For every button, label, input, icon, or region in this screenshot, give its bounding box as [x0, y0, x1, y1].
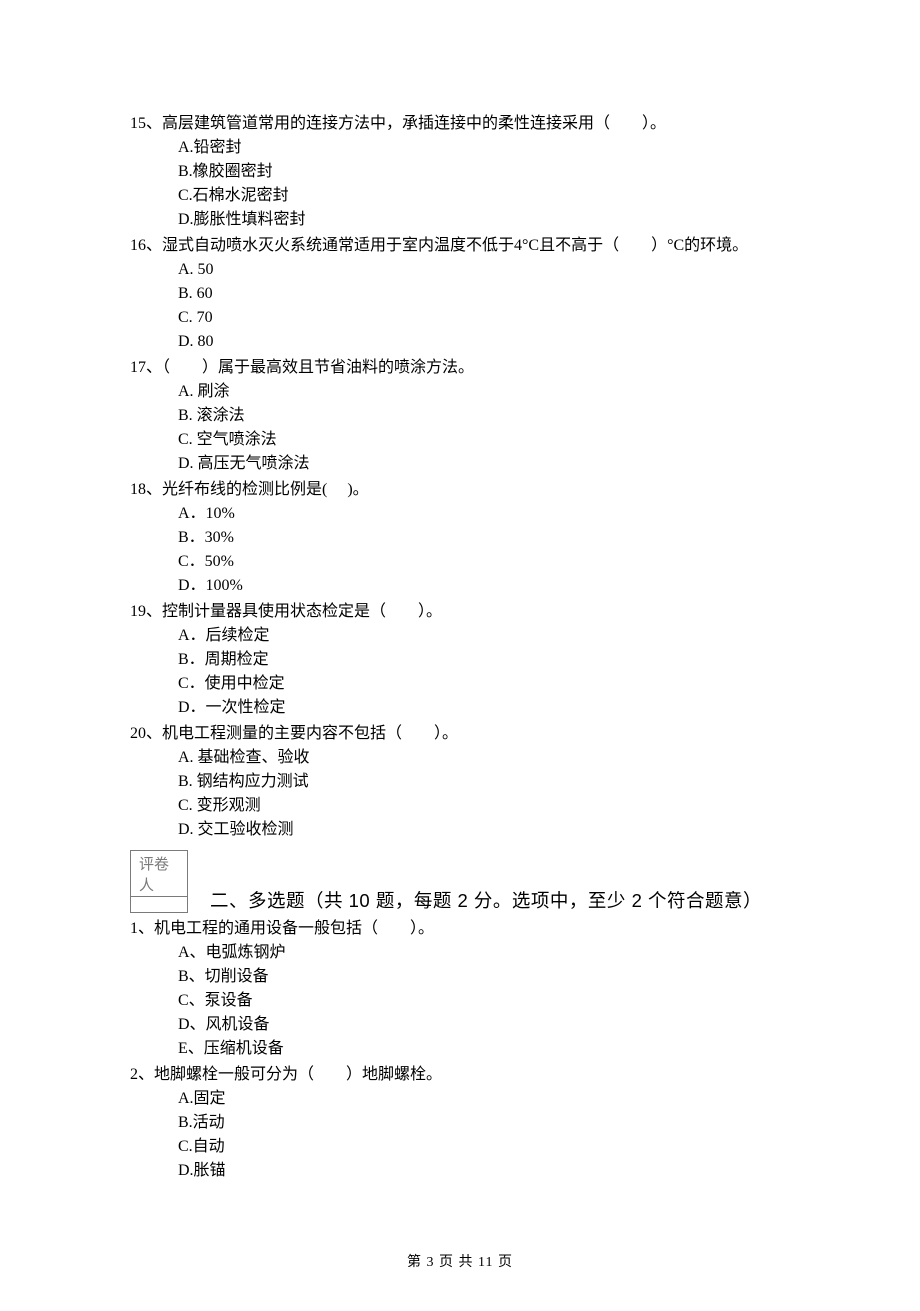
option-c: C. 变形观测 [178, 794, 790, 818]
question-text: 16、湿式自动喷水灭火系统通常适用于室内温度不低于4°C且不高于（ ）°C的环境… [130, 234, 790, 258]
question-text: 2、地脚螺栓一般可分为（ ）地脚螺栓。 [130, 1063, 790, 1087]
mc-question-2: 2、地脚螺栓一般可分为（ ）地脚螺栓。 A.固定 B.活动 C.自动 D.胀锚 [130, 1063, 790, 1183]
option-b: B、切削设备 [178, 965, 790, 989]
question-stem: 机电工程的通用设备一般包括（ ）。 [154, 920, 434, 937]
question-stem: 机电工程测量的主要内容不包括（ ）。 [162, 725, 458, 742]
question-number: 17、 [130, 359, 162, 376]
question-options: A. 刷涂 B. 滚涂法 C. 空气喷涂法 D. 高压无气喷涂法 [130, 380, 790, 476]
grader-box: 评卷人 [130, 850, 188, 913]
option-c: C.石棉水泥密封 [178, 184, 790, 208]
option-d: D.膨胀性填料密封 [178, 208, 790, 232]
option-d: D、风机设备 [178, 1013, 790, 1037]
option-d: D.胀锚 [178, 1159, 790, 1183]
question-options: A. 50 B. 60 C. 70 D. 80 [130, 258, 790, 354]
question-number: 15、 [130, 115, 162, 132]
option-b: B．30% [178, 526, 790, 550]
question-number: 16、 [130, 237, 162, 254]
option-a: A. 基础检查、验收 [178, 746, 790, 770]
question-20: 20、机电工程测量的主要内容不包括（ ）。 A. 基础检查、验收 B. 钢结构应… [130, 722, 790, 842]
question-15: 15、高层建筑管道常用的连接方法中，承插连接中的柔性连接采用（ ）。 A.铅密封… [130, 112, 790, 232]
section-2-header: 评卷人 二、多选题（共 10 题，每题 2 分。选项中，至少 2 个符合题意） [130, 850, 790, 913]
question-number: 18、 [130, 481, 162, 498]
question-stem: （ ）属于最高效且节省油料的喷涂方法。 [162, 359, 474, 376]
question-options: A. 基础检查、验收 B. 钢结构应力测试 C. 变形观测 D. 交工验收检测 [130, 746, 790, 842]
option-d: D. 高压无气喷涂法 [178, 452, 790, 476]
question-options: A、电弧炼钢炉 B、切削设备 C、泵设备 D、风机设备 E、压缩机设备 [130, 941, 790, 1061]
option-d: D．一次性检定 [178, 696, 790, 720]
option-b: B.橡胶圈密封 [178, 160, 790, 184]
question-text: 17、（ ）属于最高效且节省油料的喷涂方法。 [130, 356, 790, 380]
question-stem: 高层建筑管道常用的连接方法中，承插连接中的柔性连接采用（ ）。 [162, 115, 666, 132]
option-c: C. 70 [178, 306, 790, 330]
question-17: 17、（ ）属于最高效且节省油料的喷涂方法。 A. 刷涂 B. 滚涂法 C. 空… [130, 356, 790, 476]
option-c: C.自动 [178, 1135, 790, 1159]
option-c: C．使用中检定 [178, 672, 790, 696]
question-stem: 光纤布线的检测比例是( )。 [162, 481, 369, 498]
option-b: B. 钢结构应力测试 [178, 770, 790, 794]
question-16: 16、湿式自动喷水灭火系统通常适用于室内温度不低于4°C且不高于（ ）°C的环境… [130, 234, 790, 354]
option-c: C. 空气喷涂法 [178, 428, 790, 452]
option-a: A．后续检定 [178, 624, 790, 648]
question-stem: 控制计量器具使用状态检定是（ ）。 [162, 603, 442, 620]
option-c: C、泵设备 [178, 989, 790, 1013]
grader-label: 评卷人 [130, 850, 188, 897]
question-options: A．10% B．30% C．50% D．100% [130, 502, 790, 598]
option-a: A.固定 [178, 1087, 790, 1111]
question-options: A．后续检定 B．周期检定 C．使用中检定 D．一次性检定 [130, 624, 790, 720]
option-c: C．50% [178, 550, 790, 574]
option-a: A. 50 [178, 258, 790, 282]
question-text: 19、控制计量器具使用状态检定是（ ）。 [130, 600, 790, 624]
option-a: A.铅密封 [178, 136, 790, 160]
option-e: E、压缩机设备 [178, 1037, 790, 1061]
option-a: A．10% [178, 502, 790, 526]
question-text: 15、高层建筑管道常用的连接方法中，承插连接中的柔性连接采用（ ）。 [130, 112, 790, 136]
question-text: 1、机电工程的通用设备一般包括（ ）。 [130, 917, 790, 941]
question-18: 18、光纤布线的检测比例是( )。 A．10% B．30% C．50% D．10… [130, 478, 790, 598]
question-19: 19、控制计量器具使用状态检定是（ ）。 A．后续检定 B．周期检定 C．使用中… [130, 600, 790, 720]
question-stem: 湿式自动喷水灭火系统通常适用于室内温度不低于4°C且不高于（ ）°C的环境。 [162, 237, 748, 254]
option-b: B.活动 [178, 1111, 790, 1135]
question-number: 1、 [130, 920, 154, 937]
question-number: 2、 [130, 1066, 154, 1083]
exam-page: 15、高层建筑管道常用的连接方法中，承插连接中的柔性连接采用（ ）。 A.铅密封… [0, 0, 920, 1311]
question-options: A.固定 B.活动 C.自动 D.胀锚 [130, 1087, 790, 1183]
question-number: 19、 [130, 603, 162, 620]
option-b: B. 60 [178, 282, 790, 306]
question-text: 18、光纤布线的检测比例是( )。 [130, 478, 790, 502]
option-a: A. 刷涂 [178, 380, 790, 404]
question-text: 20、机电工程测量的主要内容不包括（ ）。 [130, 722, 790, 746]
page-footer: 第 3 页 共 11 页 [130, 1251, 790, 1271]
grader-blank-cell [130, 897, 188, 913]
option-b: B. 滚涂法 [178, 404, 790, 428]
mc-question-1: 1、机电工程的通用设备一般包括（ ）。 A、电弧炼钢炉 B、切削设备 C、泵设备… [130, 917, 790, 1061]
option-d: D. 80 [178, 330, 790, 354]
question-options: A.铅密封 B.橡胶圈密封 C.石棉水泥密封 D.膨胀性填料密封 [130, 136, 790, 232]
section-2-title: 二、多选题（共 10 题，每题 2 分。选项中，至少 2 个符合题意） [210, 887, 762, 913]
option-a: A、电弧炼钢炉 [178, 941, 790, 965]
question-number: 20、 [130, 725, 162, 742]
option-d: D. 交工验收检测 [178, 818, 790, 842]
question-stem: 地脚螺栓一般可分为（ ）地脚螺栓。 [154, 1066, 442, 1083]
option-b: B．周期检定 [178, 648, 790, 672]
option-d: D．100% [178, 574, 790, 598]
